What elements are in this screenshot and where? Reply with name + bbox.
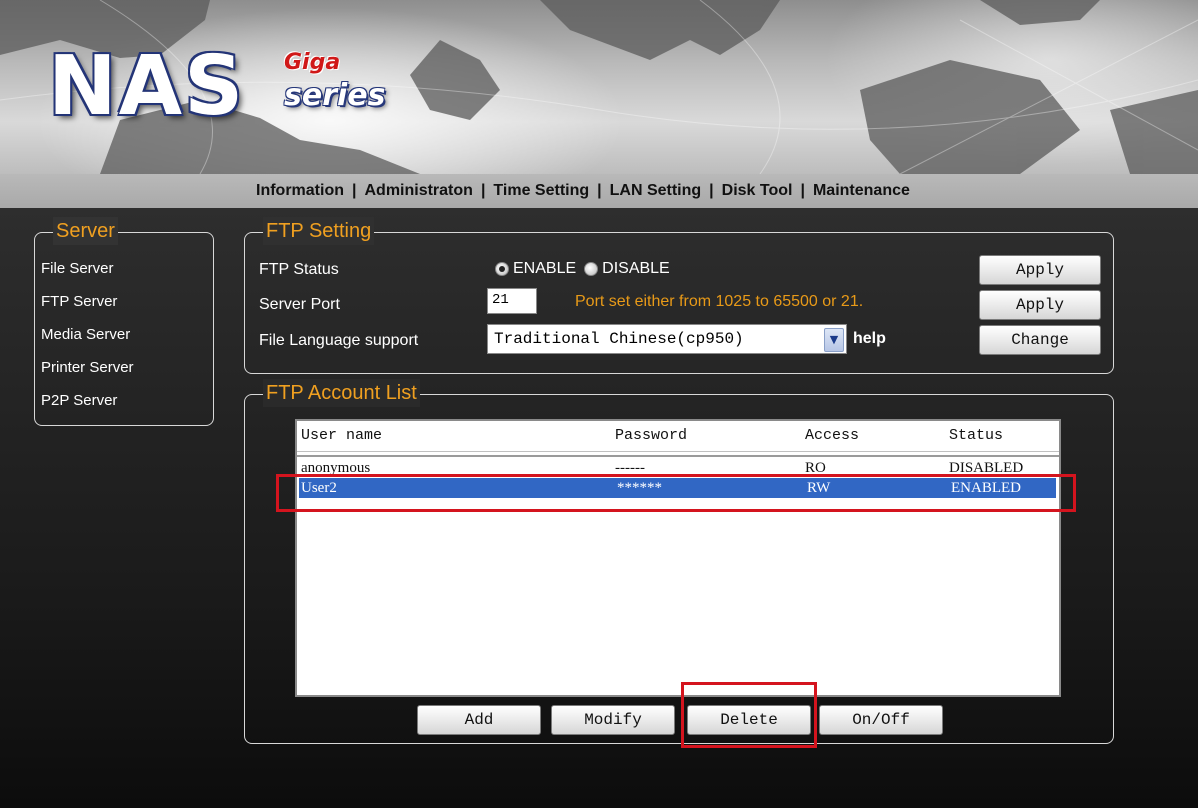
cell-user-name: User2 bbox=[301, 480, 337, 496]
chevron-down-icon[interactable]: ▼ bbox=[824, 328, 844, 352]
modify-account-button[interactable]: Modify bbox=[551, 705, 675, 735]
cell-status: DISABLED bbox=[949, 460, 1024, 476]
cell-access: RO bbox=[805, 460, 826, 476]
ftp-account-list-title: FTP Account List bbox=[263, 379, 420, 407]
help-link[interactable]: help bbox=[853, 330, 886, 348]
cell-status: ENABLED bbox=[951, 480, 1021, 496]
toggle-account-button[interactable]: On/Off bbox=[819, 705, 943, 735]
ftp-setting-title: FTP Setting bbox=[263, 217, 375, 245]
nav-separator: | bbox=[800, 182, 805, 199]
sidebar-item-file-server[interactable]: File Server bbox=[41, 259, 134, 292]
nav-lan-setting[interactable]: LAN Setting bbox=[610, 182, 702, 199]
logo-nas-text: NAS bbox=[48, 39, 246, 134]
nav-maintenance[interactable]: Maintenance bbox=[813, 182, 910, 199]
column-header-access: Access bbox=[805, 427, 860, 444]
status-apply-button[interactable]: Apply bbox=[979, 255, 1101, 285]
nav-time-setting[interactable]: Time Setting bbox=[493, 182, 589, 199]
enable-radio-label[interactable]: ENABLE bbox=[513, 260, 576, 278]
account-row-anonymous[interactable]: anonymous ------ RO DISABLED bbox=[297, 458, 1059, 478]
delete-account-button[interactable]: Delete bbox=[687, 705, 811, 735]
logo-giga-text: Giga bbox=[284, 50, 341, 75]
column-header-user-name: User name bbox=[301, 427, 383, 444]
cell-access: RW bbox=[807, 480, 831, 496]
cell-password: ------ bbox=[615, 460, 645, 476]
language-label: File Language support bbox=[259, 332, 419, 349]
top-nav: Information | Administraton | Time Setting | L… bbox=[0, 174, 1198, 208]
server-sidebar: Server File Server FTP Server Media Serv… bbox=[34, 217, 214, 426]
language-change-button[interactable]: Change bbox=[979, 325, 1101, 355]
port-apply-button[interactable]: Apply bbox=[979, 290, 1101, 320]
logo-series-text: series bbox=[284, 78, 386, 113]
account-listbox[interactable]: User name Password Access Status anonymo… bbox=[295, 419, 1061, 697]
nav-separator: | bbox=[480, 182, 486, 199]
ftp-account-list-panel: FTP Account List User name Password Acce… bbox=[244, 379, 1114, 744]
nav-separator: | bbox=[709, 182, 714, 199]
server-port-input[interactable]: 21 bbox=[487, 288, 537, 314]
enable-radio[interactable] bbox=[495, 262, 509, 276]
language-select-value: Traditional Chinese(cp950) bbox=[494, 330, 744, 348]
ftp-setting-panel: FTP Setting FTP Status ENABLE DISABLE Ap… bbox=[244, 217, 1114, 374]
account-row-user2-selected[interactable]: User2 ****** RW ENABLED bbox=[299, 478, 1056, 498]
cell-password: ****** bbox=[617, 480, 662, 496]
account-list-header: User name Password Access Status bbox=[297, 421, 1059, 452]
nav-disk-tool[interactable]: Disk Tool bbox=[722, 182, 793, 199]
sidebar-item-p2p-server[interactable]: P2P Server bbox=[41, 391, 134, 424]
sidebar-item-media-server[interactable]: Media Server bbox=[41, 325, 134, 358]
account-list-body: anonymous ------ RO DISABLED User2 *****… bbox=[297, 455, 1059, 695]
ftp-status-label: FTP Status bbox=[259, 261, 339, 278]
nav-information[interactable]: Information bbox=[256, 182, 344, 199]
disable-radio-label[interactable]: DISABLE bbox=[602, 260, 670, 278]
sidebar-title: Server bbox=[53, 217, 118, 245]
column-header-password: Password bbox=[615, 427, 688, 444]
server-port-label: Server Port bbox=[259, 296, 340, 313]
port-hint-text: Port set either from 1025 to 65500 or 21… bbox=[575, 293, 864, 310]
column-header-status: Status bbox=[949, 427, 1004, 444]
sidebar-item-ftp-server[interactable]: FTP Server bbox=[41, 292, 134, 325]
add-account-button[interactable]: Add bbox=[417, 705, 541, 735]
nas-logo: NAS Giga series bbox=[48, 39, 385, 142]
disable-radio[interactable] bbox=[584, 262, 599, 276]
cell-user-name: anonymous bbox=[301, 460, 371, 476]
language-select[interactable]: Traditional Chinese(cp950) ▼ bbox=[487, 324, 847, 354]
ftp-status-radio-group: ENABLE DISABLE bbox=[495, 260, 678, 278]
nav-separator: | bbox=[597, 182, 602, 199]
sidebar-item-printer-server[interactable]: Printer Server bbox=[41, 358, 134, 391]
nav-administration[interactable]: Administraton bbox=[364, 182, 472, 199]
nav-separator: | bbox=[352, 182, 357, 199]
header-banner: NAS Giga series bbox=[0, 0, 1198, 174]
